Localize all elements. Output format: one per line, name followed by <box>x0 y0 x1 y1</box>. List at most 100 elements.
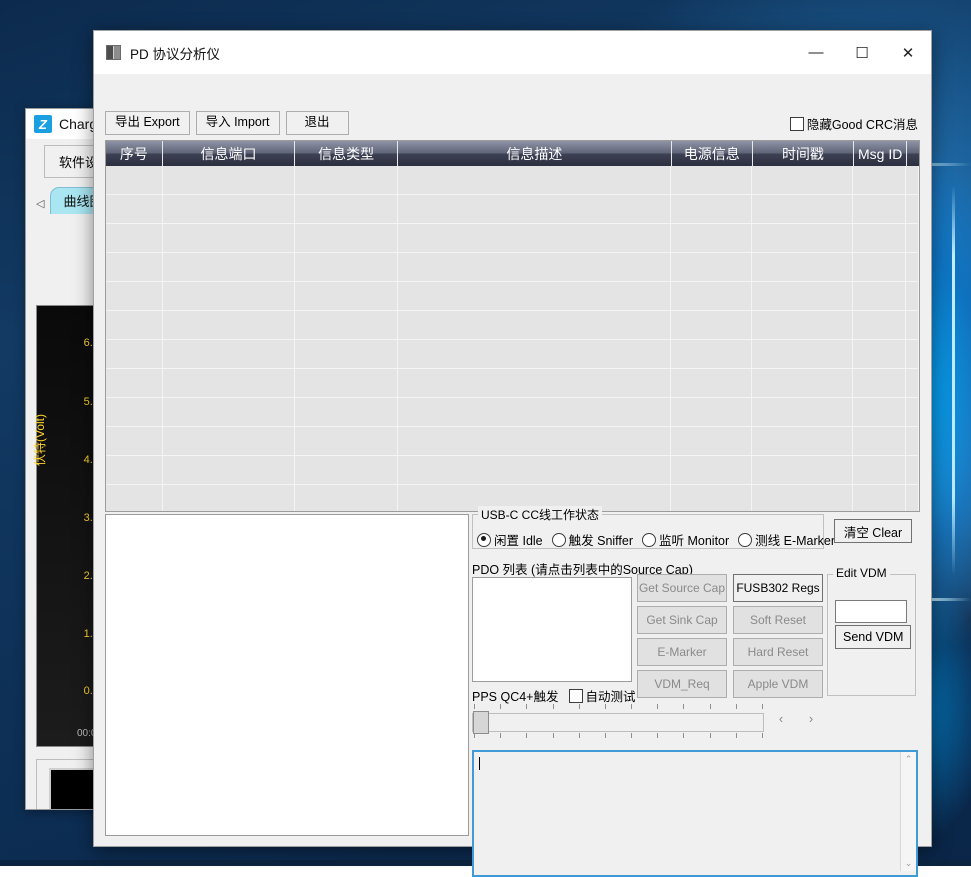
table-cell <box>906 282 919 310</box>
slider-increment-button[interactable]: › <box>800 708 822 728</box>
table-cell <box>398 166 672 194</box>
table-row[interactable] <box>106 311 919 340</box>
table-cell <box>853 485 906 512</box>
table-cell <box>106 311 163 339</box>
send-vdm-button[interactable]: Send VDM <box>835 625 911 649</box>
table-column-header[interactable]: 时间戳 <box>753 141 855 166</box>
table-row[interactable] <box>106 398 919 427</box>
table-row[interactable] <box>106 195 919 224</box>
table-cell <box>163 427 295 455</box>
table-cell <box>906 456 919 484</box>
message-table[interactable]: 序号信息端口信息类型信息描述电源信息时间戳Msg ID <box>105 140 920 512</box>
table-cell <box>295 195 398 223</box>
slider-decrement-button[interactable]: ‹ <box>770 708 792 728</box>
table-cell <box>398 340 672 368</box>
table-column-header[interactable]: 序号 <box>106 141 163 166</box>
pd-analyzer-window[interactable]: PD 协议分析仪 — ☐ ✕ 导出 Export 导入 Import 退出 隐藏… <box>93 30 932 847</box>
table-cell <box>398 369 672 397</box>
slider-track[interactable] <box>472 713 764 732</box>
table-cell <box>163 166 295 194</box>
table-cell <box>853 456 906 484</box>
cc-mode-radio-0[interactable]: 闲置 Idle <box>477 530 543 549</box>
table-cell <box>106 340 163 368</box>
table-row[interactable] <box>106 166 919 195</box>
table-cell <box>671 311 752 339</box>
table-cell <box>853 253 906 281</box>
window-titlebar[interactable]: PD 协议分析仪 — ☐ ✕ <box>94 31 931 74</box>
slider-tick <box>474 733 475 738</box>
cc-mode-radio-group[interactable]: 闲置 Idle 触发 Sniffer 监听 Monitor 测线 E-Marker <box>477 530 835 549</box>
slider-tick <box>500 704 501 709</box>
pdo-list[interactable] <box>472 577 632 682</box>
tab-scroll-left-icon[interactable]: ◁ <box>36 197 50 214</box>
table-cell <box>752 311 854 339</box>
table-column-header[interactable]: 信息端口 <box>163 141 296 166</box>
table-cell <box>295 398 398 426</box>
command-button-get-source-cap: Get Source Cap <box>637 574 727 602</box>
exit-button[interactable]: 退出 <box>286 111 349 135</box>
slider-tick <box>579 704 580 709</box>
log-textarea[interactable]: ⌃ ⌄ <box>472 750 918 877</box>
table-cell <box>398 427 672 455</box>
table-column-header[interactable]: Msg ID <box>854 141 907 166</box>
minimize-button[interactable]: — <box>793 31 839 74</box>
table-row[interactable] <box>106 224 919 253</box>
table-column-header[interactable] <box>907 141 919 166</box>
table-cell <box>106 195 163 223</box>
scroll-down-icon[interactable]: ⌄ <box>901 856 916 871</box>
scroll-up-icon[interactable]: ⌃ <box>901 752 916 767</box>
radio-icon <box>738 533 752 547</box>
cc-mode-radio-1[interactable]: 触发 Sniffer <box>552 530 633 549</box>
cc-mode-radio-3[interactable]: 测线 E-Marker <box>738 530 835 549</box>
auto-test-checkbox[interactable]: 自动测试 <box>569 686 636 705</box>
table-cell <box>106 166 163 194</box>
table-column-header[interactable]: 信息类型 <box>295 141 398 166</box>
export-button[interactable]: 导出 Export <box>105 111 190 135</box>
hide-good-crc-checkbox[interactable]: 隐藏Good CRC消息 <box>790 114 918 133</box>
table-row[interactable] <box>106 340 919 369</box>
table-row[interactable] <box>106 427 919 456</box>
table-cell <box>398 253 672 281</box>
table-cell <box>295 224 398 252</box>
command-button-fusb302-regs[interactable]: FUSB302 Regs <box>733 574 823 602</box>
slider-thumb[interactable] <box>473 711 489 734</box>
import-button[interactable]: 导入 Import <box>196 111 280 135</box>
table-cell <box>752 398 854 426</box>
edit-vdm-legend: Edit VDM <box>833 566 890 580</box>
slider-ticks-top <box>474 704 762 709</box>
close-button[interactable]: ✕ <box>885 31 931 74</box>
table-cell <box>295 456 398 484</box>
cc-mode-label: 触发 Sniffer <box>569 530 633 549</box>
detail-panel[interactable] <box>105 514 469 836</box>
slider-tick <box>762 704 763 709</box>
table-cell <box>671 253 752 281</box>
table-cell <box>163 224 295 252</box>
table-row[interactable] <box>106 253 919 282</box>
table-row[interactable] <box>106 369 919 398</box>
cc-mode-radio-2[interactable]: 监听 Monitor <box>642 530 729 549</box>
table-column-header[interactable]: 电源信息 <box>672 141 753 166</box>
pps-slider[interactable] <box>472 704 762 738</box>
table-cell <box>163 253 295 281</box>
table-cell <box>671 369 752 397</box>
table-row[interactable] <box>106 456 919 485</box>
table-row[interactable] <box>106 282 919 311</box>
table-cell <box>906 398 919 426</box>
command-button-get-sink-cap: Get Sink Cap <box>637 606 727 634</box>
table-cell <box>853 369 906 397</box>
table-body[interactable] <box>106 166 919 511</box>
clear-button[interactable]: 清空 Clear <box>834 519 912 543</box>
radio-icon <box>477 533 491 547</box>
table-cell <box>752 340 854 368</box>
maximize-button[interactable]: ☐ <box>839 31 885 74</box>
table-column-header[interactable]: 信息描述 <box>398 141 672 166</box>
table-cell <box>906 166 919 194</box>
log-scrollbar[interactable]: ⌃ ⌄ <box>900 752 916 871</box>
table-cell <box>853 340 906 368</box>
table-cell <box>752 456 854 484</box>
vdm-input[interactable] <box>835 600 907 623</box>
table-cell <box>398 195 672 223</box>
table-cell <box>671 485 752 512</box>
app-icon <box>106 45 121 60</box>
checkbox-icon <box>790 117 804 131</box>
